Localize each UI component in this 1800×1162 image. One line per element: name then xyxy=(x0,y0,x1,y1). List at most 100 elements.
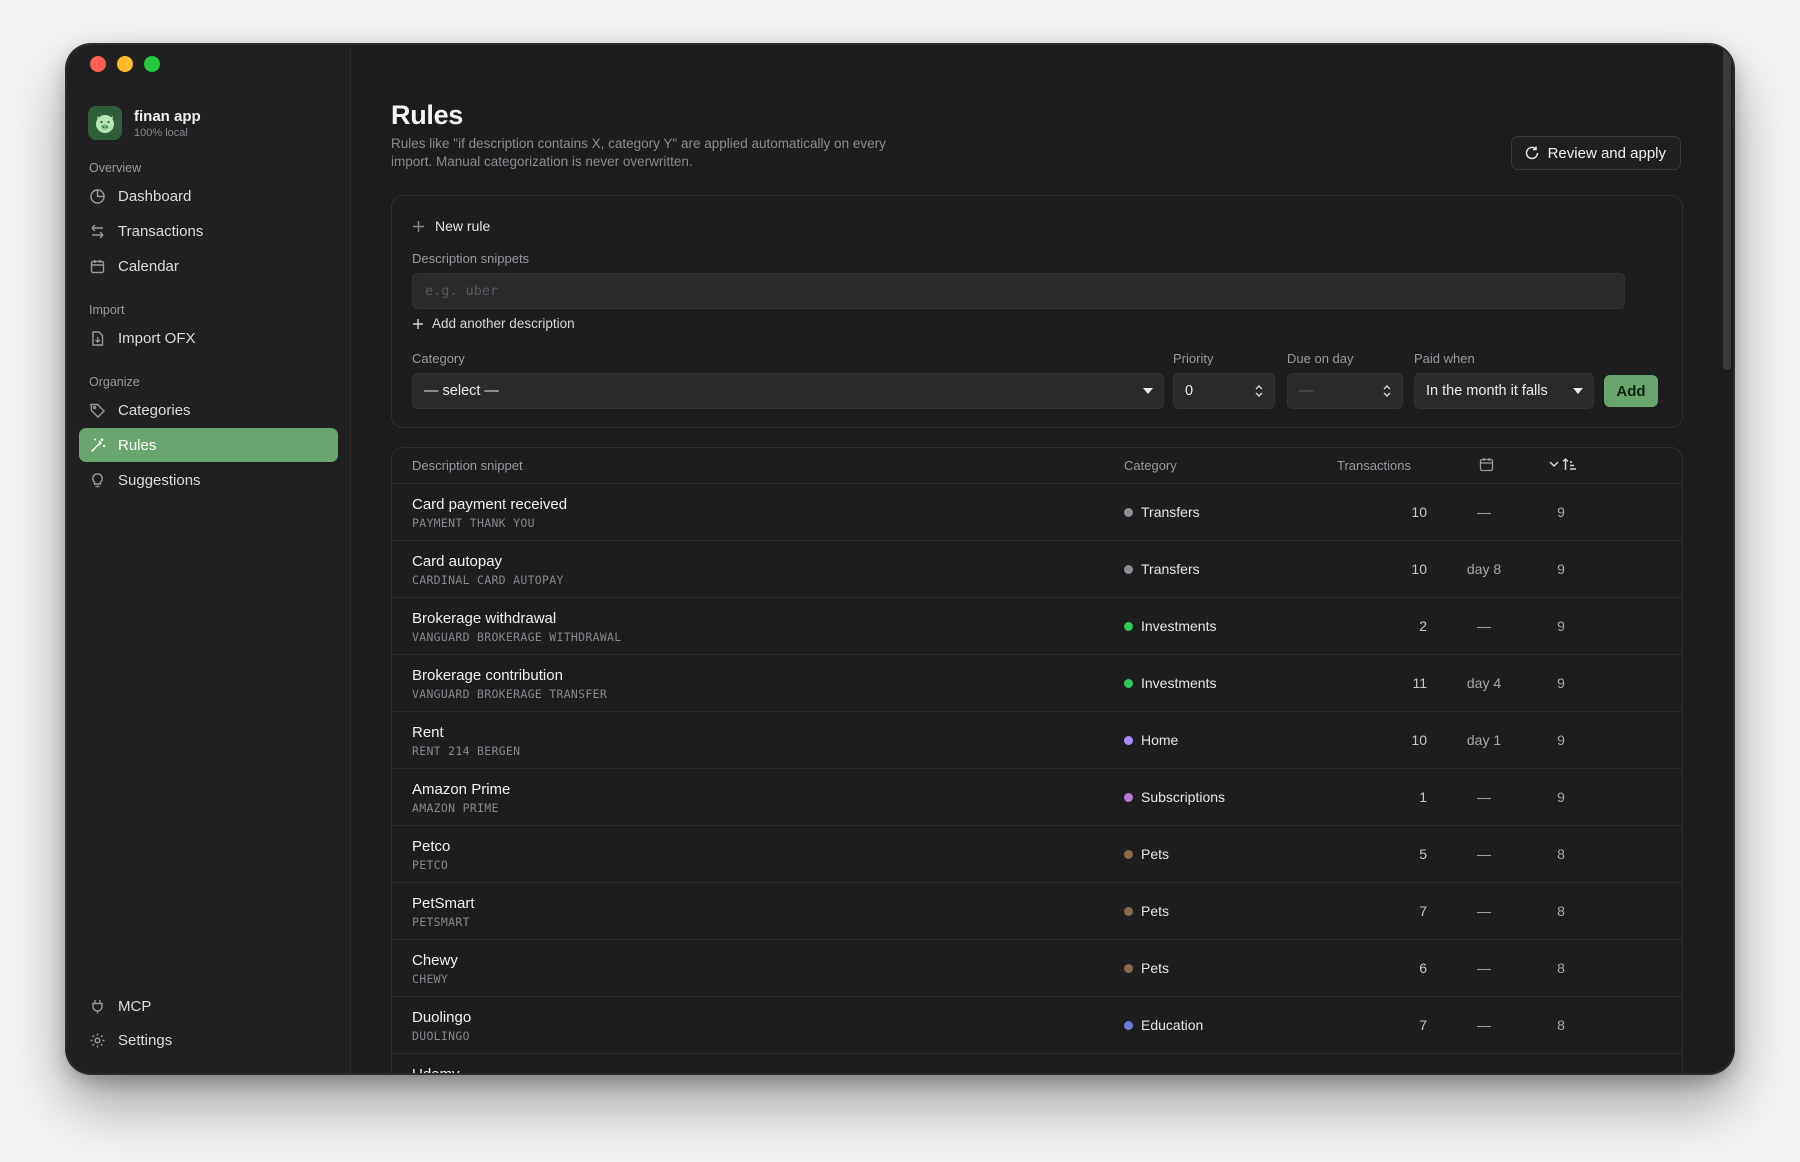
sort-ascending-icon[interactable] xyxy=(1562,457,1576,472)
table-row[interactable]: PetSmart PETSMART Pets 7 — 8 xyxy=(392,883,1682,940)
add-another-label: Add another description xyxy=(432,316,575,331)
category-select[interactable]: — select — xyxy=(412,373,1164,409)
rule-category: Pets xyxy=(1124,846,1169,862)
rule-category: Pets xyxy=(1124,903,1169,919)
refresh-icon xyxy=(1525,146,1538,160)
rule-snippet: CHEWY xyxy=(412,972,449,986)
category-color-dot xyxy=(1124,792,1133,802)
rule-due-day: day 8 xyxy=(1466,561,1502,577)
file-import-icon xyxy=(92,330,104,346)
app-name: finan app xyxy=(134,107,201,125)
category-color-dot xyxy=(1124,564,1133,574)
sidebar-item-calendar[interactable]: Calendar xyxy=(79,249,338,283)
rule-transactions-count: 5 xyxy=(1419,846,1427,862)
section-overview: Overview xyxy=(89,161,142,175)
rule-transactions-count: 7 xyxy=(1419,903,1427,919)
due-on-day-stepper[interactable]: — xyxy=(1287,373,1403,409)
rule-snippet: VANGUARD BROKERAGE WITHDRAWAL xyxy=(412,630,622,644)
category-color-dot xyxy=(1124,735,1133,745)
rule-due-day: — xyxy=(1477,618,1491,634)
rule-due-day: day 1 xyxy=(1466,732,1502,748)
main-content: Rules Rules like "if description contain… xyxy=(351,45,1733,1073)
column-transactions[interactable]: Transactions xyxy=(1337,458,1411,473)
chevron-down-icon[interactable] xyxy=(1549,460,1559,468)
rule-category-label: Education xyxy=(1141,1017,1204,1033)
rule-priority: 9 xyxy=(1557,504,1565,520)
category-color-dot xyxy=(1124,849,1133,859)
page-description: Rules like "if description contains X, c… xyxy=(391,136,886,169)
close-window-button[interactable] xyxy=(90,56,106,72)
table-row[interactable]: Duolingo DUOLINGO Education 7 — 8 xyxy=(392,997,1682,1054)
category-label: Category xyxy=(412,351,465,366)
rule-category-label: Subscriptions xyxy=(1141,789,1226,805)
sidebar-item-import-ofx[interactable]: Import OFX xyxy=(79,321,338,355)
paid-when-select[interactable]: In the month it falls xyxy=(1414,373,1594,409)
scrollbar[interactable] xyxy=(1723,45,1731,370)
new-rule-header: New rule xyxy=(412,218,490,234)
add-rule-button[interactable]: Add xyxy=(1604,375,1658,407)
column-description-snippet[interactable]: Description snippet xyxy=(412,458,523,473)
priority-stepper[interactable]: 0 xyxy=(1173,373,1275,409)
table-row[interactable]: Brokerage withdrawal VANGUARD BROKERAGE W… xyxy=(392,598,1682,655)
app-subtitle: 100% local xyxy=(134,126,188,139)
sidebar: finan app 100% local Overview Dashboard … xyxy=(67,45,351,1073)
rule-snippet: AMAZON PRIME xyxy=(412,801,499,815)
sidebar-item-transactions[interactable]: Transactions xyxy=(79,214,338,248)
rule-name: Brokerage contribution xyxy=(412,667,563,684)
column-category[interactable]: Category xyxy=(1124,458,1177,473)
rule-priority: 8 xyxy=(1557,960,1565,976)
rule-priority: 9 xyxy=(1557,789,1565,805)
rule-snippet: DUOLINGO xyxy=(412,1029,470,1043)
table-row[interactable]: Amazon Prime AMAZON PRIME Subscriptions 1 — 9 xyxy=(392,769,1682,826)
sidebar-item-categories[interactable]: Categories xyxy=(79,393,338,427)
sidebar-item-settings[interactable]: Settings xyxy=(79,1023,338,1057)
rule-category: Pets xyxy=(1124,960,1169,976)
category-color-dot xyxy=(1124,1020,1133,1030)
rule-due-day: day 4 xyxy=(1466,675,1502,691)
magic-wand-icon xyxy=(91,438,105,452)
rule-category: Subscriptions xyxy=(1124,789,1225,805)
description-snippet-input[interactable] xyxy=(412,273,1625,309)
rule-category: Home xyxy=(1124,732,1178,748)
rule-name: Chewy xyxy=(412,952,458,969)
rules-table: Description snippet Category Transaction… xyxy=(391,447,1683,1073)
rule-transactions-count: 2 xyxy=(1419,618,1427,634)
sidebar-item-dashboard[interactable]: Dashboard xyxy=(79,179,338,213)
rule-transactions-count: 7 xyxy=(1419,1017,1427,1033)
table-row[interactable]: Udemy xyxy=(392,1054,1682,1073)
sidebar-item-mcp[interactable]: MCP xyxy=(79,989,338,1023)
caret-down-icon xyxy=(1143,388,1153,394)
sidebar-item-suggestions[interactable]: Suggestions xyxy=(79,463,338,497)
category-color-dot xyxy=(1124,507,1133,517)
stepper-arrows-icon[interactable] xyxy=(1382,383,1392,399)
rule-name: Petco xyxy=(412,838,451,855)
sidebar-item-rules[interactable]: Rules xyxy=(79,428,338,462)
table-header: Description snippet Category Transaction… xyxy=(392,448,1682,484)
minimize-window-button[interactable] xyxy=(117,56,133,72)
zoom-window-button[interactable] xyxy=(144,56,160,72)
review-and-apply-button[interactable]: Review and apply xyxy=(1510,136,1681,170)
calendar-icon[interactable] xyxy=(1479,457,1494,472)
table-row[interactable]: Petco PETCO Pets 5 — 8 xyxy=(392,826,1682,883)
rule-transactions-count: 10 xyxy=(1411,561,1427,577)
brand: finan app 100% local xyxy=(88,106,201,140)
table-row[interactable]: Card autopay CARDINAL CARD AUTOPAY Transfe… xyxy=(392,541,1682,598)
rule-category: Transfers xyxy=(1124,504,1200,520)
table-row[interactable]: Brokerage contribution VANGUARD BROKERAGE… xyxy=(392,655,1682,712)
new-rule-title: New rule xyxy=(435,218,491,234)
rule-snippet: PETSMART xyxy=(412,915,470,929)
rule-category-label: Transfers xyxy=(1141,561,1200,577)
rule-category-label: Pets xyxy=(1141,846,1170,862)
rule-category: Investments xyxy=(1124,675,1216,691)
table-row[interactable]: Rent RENT 214 BERGEN Home 10 day 1 9 xyxy=(392,712,1682,769)
priority-value: 0 xyxy=(1185,383,1194,399)
rule-category-label: Pets xyxy=(1141,903,1170,919)
page-title: Rules xyxy=(391,100,464,130)
table-row[interactable]: Card payment received PAYMENT THANK YOU Tr… xyxy=(392,484,1682,541)
rule-snippet: PETCO xyxy=(412,858,449,872)
stepper-arrows-icon[interactable] xyxy=(1254,383,1264,399)
sidebar-item-label: Rules xyxy=(118,436,157,454)
rule-due-day: — xyxy=(1477,903,1491,919)
table-row[interactable]: Chewy CHEWY Pets 6 — 8 xyxy=(392,940,1682,997)
add-another-description-button[interactable]: Add another description xyxy=(412,316,575,331)
